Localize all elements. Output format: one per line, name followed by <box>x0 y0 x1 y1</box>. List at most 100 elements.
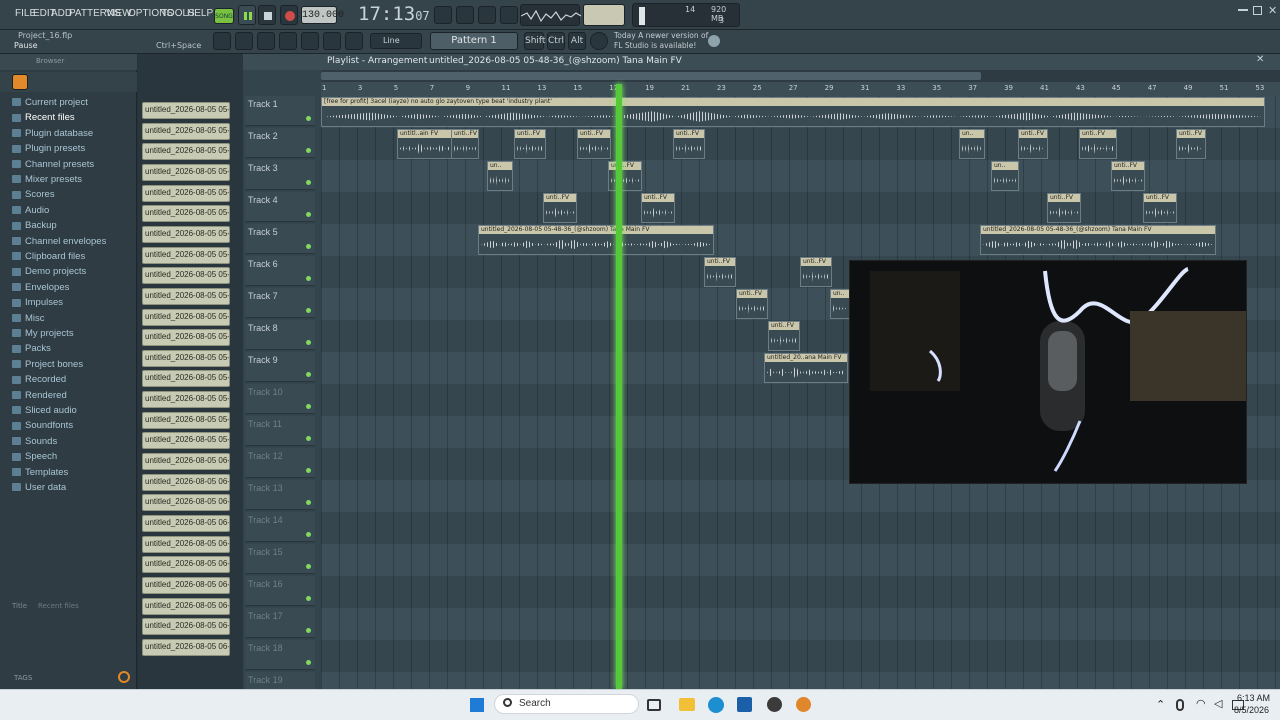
browser-options-icon[interactable] <box>12 74 28 90</box>
timeline-ruler[interactable]: 1 3 5 7 9 11 13 15 17 19 21 23 25 27 29 31 33 35 37 39 41 43 4… <box>321 82 1280 96</box>
app-icon[interactable] <box>767 697 782 712</box>
audio-clip[interactable]: untitl..ain FV <box>397 129 455 159</box>
track-header[interactable]: Track 13 <box>245 480 315 510</box>
audio-clip[interactable]: un.. <box>487 161 513 191</box>
picker-clip[interactable]: untitled_2026-08-05 05-... <box>142 102 230 119</box>
browser-item[interactable]: Audio <box>12 205 49 216</box>
track-mute-led-icon[interactable] <box>306 596 311 601</box>
picker-clip[interactable]: untitled_2026-08-05 06-... <box>142 453 230 471</box>
scrollbar-thumb[interactable] <box>321 72 981 80</box>
audio-clip[interactable]: unti..FV <box>1111 161 1145 191</box>
picker-clip[interactable]: untitled_2026-08-05 05-... <box>142 143 230 161</box>
track-header[interactable]: Track 17 <box>245 608 315 638</box>
track-mute-led-icon[interactable] <box>306 532 311 537</box>
browser-item[interactable]: My projects <box>12 328 74 339</box>
track-header[interactable]: Track 7 <box>245 288 315 318</box>
track-mute-led-icon[interactable] <box>306 660 311 665</box>
picker-clip[interactable]: untitled_2026-08-05 06-... <box>142 576 230 594</box>
audio-clip[interactable]: unti..FV <box>1176 129 1206 159</box>
picker-clip[interactable]: untitled_2026-08-05 06-... <box>142 618 230 636</box>
audio-clip[interactable]: unti..FV <box>577 129 611 159</box>
tray-date[interactable]: 8/5/2026 <box>1234 705 1269 715</box>
browser-item[interactable]: Recent files <box>12 112 75 123</box>
close-icon[interactable]: ✕ <box>1268 4 1277 17</box>
picker-clip[interactable]: untitled_2026-08-05 05-... <box>142 370 230 388</box>
picker-clip[interactable]: untitled_2026-08-05 05-... <box>142 184 230 202</box>
track-header[interactable]: Track 6 <box>245 256 315 286</box>
browser-toggle-icon[interactable] <box>323 32 341 50</box>
playlist-icon[interactable] <box>213 32 231 50</box>
picker-clip[interactable]: untitled_2026-08-05 05-... <box>142 329 230 347</box>
audio-clip[interactable]: unti..FV <box>1079 129 1117 159</box>
audio-clip[interactable]: unti..FV <box>451 129 479 159</box>
track-mute-led-icon[interactable] <box>306 276 311 281</box>
audio-clip[interactable]: unti..FV <box>1047 193 1081 223</box>
snap-select[interactable]: Line <box>370 33 422 49</box>
browser-item[interactable]: Templates <box>12 467 68 478</box>
plugin-picker-icon[interactable] <box>301 32 319 50</box>
edge-icon[interactable] <box>708 697 724 713</box>
audio-clip[interactable]: unti..FV <box>673 129 705 159</box>
tray-chevron-icon[interactable]: ⌃ <box>1156 698 1165 711</box>
taskbar-search-input[interactable]: Search <box>494 694 639 714</box>
picker-clip[interactable]: untitled_2026-08-05 05-... <box>142 163 230 181</box>
browser-item[interactable]: Demo projects <box>12 266 86 277</box>
browser-item[interactable]: Speech <box>12 451 57 462</box>
audio-clip[interactable]: [free for profit] 3acel (iayze) no auto … <box>321 97 1265 127</box>
track-header[interactable]: Track 1 <box>245 96 315 126</box>
mixer-icon[interactable] <box>279 32 297 50</box>
track-mute-led-icon[interactable] <box>306 180 311 185</box>
audio-clip[interactable]: unti..FV <box>608 161 642 191</box>
browser-item[interactable]: Impulses <box>12 297 63 308</box>
browser-item[interactable]: Current project <box>12 97 88 108</box>
track-mute-led-icon[interactable] <box>306 244 311 249</box>
microphone-icon[interactable] <box>345 32 363 50</box>
browser-item[interactable]: Clipboard files <box>12 251 85 262</box>
track-header[interactable]: Track 16 <box>245 576 315 606</box>
track-header[interactable]: Track 15 <box>245 544 315 574</box>
browser-item[interactable]: Scores <box>12 189 55 200</box>
browser-item[interactable]: Sounds <box>12 436 57 447</box>
track-header[interactable]: Track 2 <box>245 128 315 158</box>
maximize-icon[interactable] <box>1253 6 1262 15</box>
track-mute-led-icon[interactable] <box>306 212 311 217</box>
news-arrow-icon[interactable] <box>708 35 720 47</box>
piano-roll-icon[interactable] <box>235 32 253 50</box>
browser-item[interactable]: Packs <box>12 343 51 354</box>
browser-item[interactable]: Misc <box>12 313 45 324</box>
track-mute-led-icon[interactable] <box>306 628 311 633</box>
audio-clip[interactable]: untitled_2026-08-05 05-48-36_(@shzoom) T… <box>980 225 1216 255</box>
track-mute-led-icon[interactable] <box>306 116 311 121</box>
audio-clip[interactable]: unti..FV <box>736 289 768 319</box>
audio-clip[interactable]: un.. <box>959 129 985 159</box>
menu-help[interactable]: HELP <box>187 8 213 19</box>
audio-clip[interactable]: unti..FV <box>800 257 832 287</box>
picker-clip[interactable]: untitled_2026-08-05 06-... <box>142 535 230 553</box>
audio-clip[interactable]: unti..FV <box>768 321 800 351</box>
browser-item[interactable]: User data <box>12 482 66 493</box>
metronome-icon[interactable] <box>500 6 518 24</box>
start-icon[interactable] <box>470 698 484 712</box>
minimize-icon[interactable] <box>1238 9 1248 11</box>
ctrl-key-button[interactable]: Ctrl <box>547 32 565 50</box>
picker-clip[interactable]: untitled_2026-08-05 05-... <box>142 205 230 223</box>
picker-clip[interactable]: untitled_2026-08-05 05-... <box>142 411 230 429</box>
browser-item[interactable]: Soundfonts <box>12 420 73 431</box>
picker-clip[interactable]: untitled_2026-08-05 05-... <box>142 432 230 450</box>
task-view-icon[interactable] <box>647 699 661 711</box>
typing-keyboard-icon[interactable] <box>434 6 452 24</box>
picker-clip[interactable]: untitled_2026-08-05 05-... <box>142 246 230 264</box>
track-header[interactable]: Track 14 <box>245 512 315 542</box>
loop-record-icon[interactable] <box>478 6 496 24</box>
update-notice-icon[interactable] <box>590 32 608 50</box>
alt-key-button[interactable]: Alt <box>568 32 586 50</box>
picker-clip[interactable]: untitled_2026-08-05 05-... <box>142 267 230 285</box>
track-mute-led-icon[interactable] <box>306 468 311 473</box>
browser-item[interactable]: Recorded <box>12 374 66 385</box>
track-header[interactable]: Track 18 <box>245 640 315 670</box>
wifi-icon[interactable]: ◠ <box>1196 697 1206 710</box>
browser-item[interactable]: Mixer presets <box>12 174 82 185</box>
audio-clip[interactable]: unti..FV <box>1018 129 1048 159</box>
track-header[interactable]: Track 8 <box>245 320 315 350</box>
track-mute-led-icon[interactable] <box>306 308 311 313</box>
